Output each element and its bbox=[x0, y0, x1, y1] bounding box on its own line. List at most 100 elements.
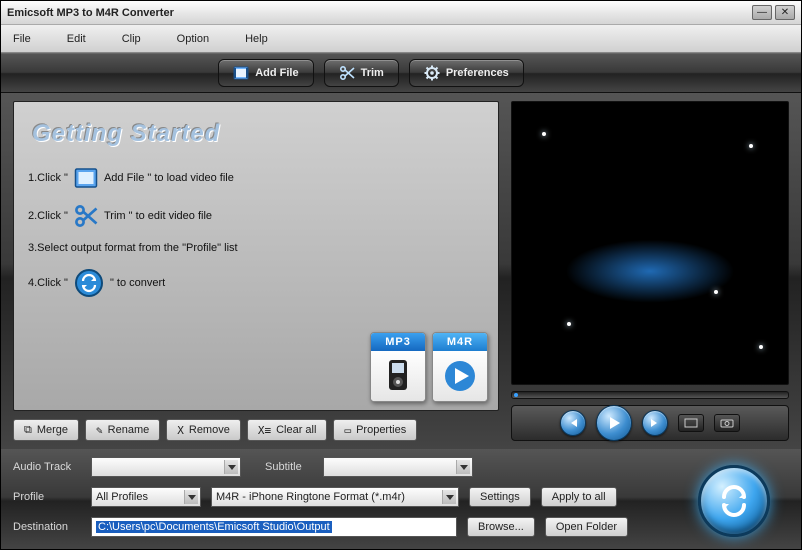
row-destination: Destination C:\Users\pc\Documents\Emicso… bbox=[13, 517, 659, 537]
progress-slider[interactable] bbox=[511, 391, 789, 399]
browse-label: Browse... bbox=[478, 521, 524, 533]
m4r-badge: M4R bbox=[432, 332, 488, 402]
playback-controls bbox=[511, 405, 789, 441]
convert-button[interactable] bbox=[698, 465, 770, 537]
step3-text: 3.Select output format from the "Profile… bbox=[28, 242, 238, 254]
browse-button[interactable]: Browse... bbox=[467, 517, 535, 537]
preferences-button[interactable]: Preferences bbox=[409, 59, 524, 87]
format-artwork: MP3 M4R bbox=[370, 332, 488, 402]
menu-edit[interactable]: Edit bbox=[67, 33, 86, 45]
step1-text-b: Add File " to load video file bbox=[104, 172, 234, 184]
open-folder-label: Open Folder bbox=[556, 521, 617, 533]
right-panel bbox=[511, 101, 789, 441]
title-bar: Emicsoft MP3 to M4R Converter — ✕ bbox=[1, 1, 801, 25]
next-button[interactable] bbox=[642, 410, 668, 436]
prev-button[interactable] bbox=[560, 410, 586, 436]
profile-category-value: All Profiles bbox=[96, 491, 148, 503]
step4-text-b: " to convert bbox=[110, 277, 165, 289]
subtitle-label: Subtitle bbox=[265, 461, 313, 473]
getting-started-panel: Getting Started 1.Click " Add File " to … bbox=[13, 101, 499, 411]
trim-button[interactable]: Trim bbox=[324, 59, 399, 87]
menu-bar: File Edit Clip Option Help bbox=[1, 25, 801, 53]
close-button[interactable]: ✕ bbox=[775, 5, 795, 20]
properties-button[interactable]: ▭ Properties bbox=[333, 419, 417, 441]
film-icon bbox=[74, 166, 98, 190]
chevron-down-icon bbox=[442, 490, 456, 504]
chevron-down-icon bbox=[456, 460, 470, 474]
merge-icon: ⧉ bbox=[24, 423, 32, 437]
profile-label: Profile bbox=[13, 491, 81, 503]
snapshot-button[interactable] bbox=[714, 414, 740, 432]
audio-track-select[interactable] bbox=[91, 457, 241, 477]
merge-label: Merge bbox=[37, 424, 68, 436]
mp3-badge: MP3 bbox=[370, 332, 426, 402]
step-4: 4.Click " " to convert bbox=[28, 268, 486, 298]
open-folder-button[interactable]: Open Folder bbox=[545, 517, 628, 537]
step-3: 3.Select output format from the "Profile… bbox=[28, 242, 486, 254]
play-button[interactable] bbox=[596, 405, 632, 441]
row-profile: Profile All Profiles M4R - iPhone Ringto… bbox=[13, 487, 659, 507]
clear-all-button[interactable]: X≡ Clear all bbox=[247, 419, 328, 441]
chevron-down-icon bbox=[184, 490, 198, 504]
menu-help[interactable]: Help bbox=[245, 33, 268, 45]
gear-icon bbox=[424, 65, 440, 81]
convert-area bbox=[679, 457, 789, 537]
rename-label: Rename bbox=[108, 424, 150, 436]
rename-button[interactable]: ✎ Rename bbox=[85, 419, 160, 441]
step1-text-a: 1.Click " bbox=[28, 172, 68, 184]
step-2: 2.Click " Trim " to edit video file bbox=[28, 204, 486, 228]
profile-format-value: M4R - iPhone Ringtone Format (*.m4r) bbox=[216, 491, 405, 503]
main-area: Getting Started 1.Click " Add File " to … bbox=[1, 93, 801, 449]
settings-button[interactable]: Settings bbox=[469, 487, 531, 507]
menu-clip[interactable]: Clip bbox=[122, 33, 141, 45]
subtitle-select[interactable] bbox=[323, 457, 473, 477]
step4-text-a: 4.Click " bbox=[28, 277, 68, 289]
apply-all-label: Apply to all bbox=[552, 491, 606, 503]
bottom-zone: Audio Track Subtitle Profile All Profile… bbox=[1, 449, 801, 549]
settings-form: Audio Track Subtitle Profile All Profile… bbox=[13, 457, 659, 537]
menu-option[interactable]: Option bbox=[177, 33, 209, 45]
film-icon bbox=[233, 65, 249, 81]
audio-track-label: Audio Track bbox=[13, 461, 81, 473]
toolbar: Add File Trim Preferences bbox=[1, 53, 801, 93]
step-1: 1.Click " Add File " to load video file bbox=[28, 166, 486, 190]
step2-text-b: Trim " to edit video file bbox=[104, 210, 212, 222]
menu-file[interactable]: File bbox=[13, 33, 31, 45]
profile-format-select[interactable]: M4R - iPhone Ringtone Format (*.m4r) bbox=[211, 487, 459, 507]
settings-btn-label: Settings bbox=[480, 491, 520, 503]
merge-button[interactable]: ⧉ Merge bbox=[13, 419, 79, 441]
chevron-down-icon bbox=[224, 460, 238, 474]
remove-icon: X bbox=[177, 424, 184, 437]
destination-input[interactable]: C:\Users\pc\Documents\Emicsoft Studio\Ou… bbox=[91, 517, 457, 537]
step2-text-a: 2.Click " bbox=[28, 210, 68, 222]
clear-all-label: Clear all bbox=[276, 424, 316, 436]
app-window: Emicsoft MP3 to M4R Converter — ✕ File E… bbox=[0, 0, 802, 550]
profile-category-select[interactable]: All Profiles bbox=[91, 487, 201, 507]
destination-label: Destination bbox=[13, 521, 81, 533]
remove-label: Remove bbox=[189, 424, 230, 436]
add-file-label: Add File bbox=[255, 67, 298, 79]
minimize-button[interactable]: — bbox=[752, 5, 772, 20]
pencil-icon: ✎ bbox=[96, 424, 103, 437]
properties-label: Properties bbox=[356, 424, 406, 436]
getting-started-title: Getting Started bbox=[32, 120, 486, 148]
fullscreen-button[interactable] bbox=[678, 414, 704, 432]
preview-area bbox=[511, 101, 789, 385]
apply-to-all-button[interactable]: Apply to all bbox=[541, 487, 617, 507]
row-audio-subtitle: Audio Track Subtitle bbox=[13, 457, 659, 477]
scissors-icon bbox=[339, 65, 355, 81]
mp3-badge-label: MP3 bbox=[371, 333, 425, 351]
left-panel: Getting Started 1.Click " Add File " to … bbox=[13, 101, 499, 441]
clear-icon: X≡ bbox=[258, 424, 271, 437]
convert-arrows-icon bbox=[714, 481, 754, 521]
destination-value: C:\Users\pc\Documents\Emicsoft Studio\Ou… bbox=[96, 521, 332, 533]
window-title: Emicsoft MP3 to M4R Converter bbox=[7, 7, 749, 19]
preferences-label: Preferences bbox=[446, 67, 509, 79]
file-action-bar: ⧉ Merge ✎ Rename X Remove X≡ Clear all ▭ Prop… bbox=[13, 419, 499, 441]
scissors-icon bbox=[74, 204, 98, 228]
remove-button[interactable]: X Remove bbox=[166, 419, 241, 441]
add-file-button[interactable]: Add File bbox=[218, 59, 313, 87]
convert-icon bbox=[74, 268, 104, 298]
trim-label: Trim bbox=[361, 67, 384, 79]
properties-icon: ▭ bbox=[344, 424, 351, 437]
